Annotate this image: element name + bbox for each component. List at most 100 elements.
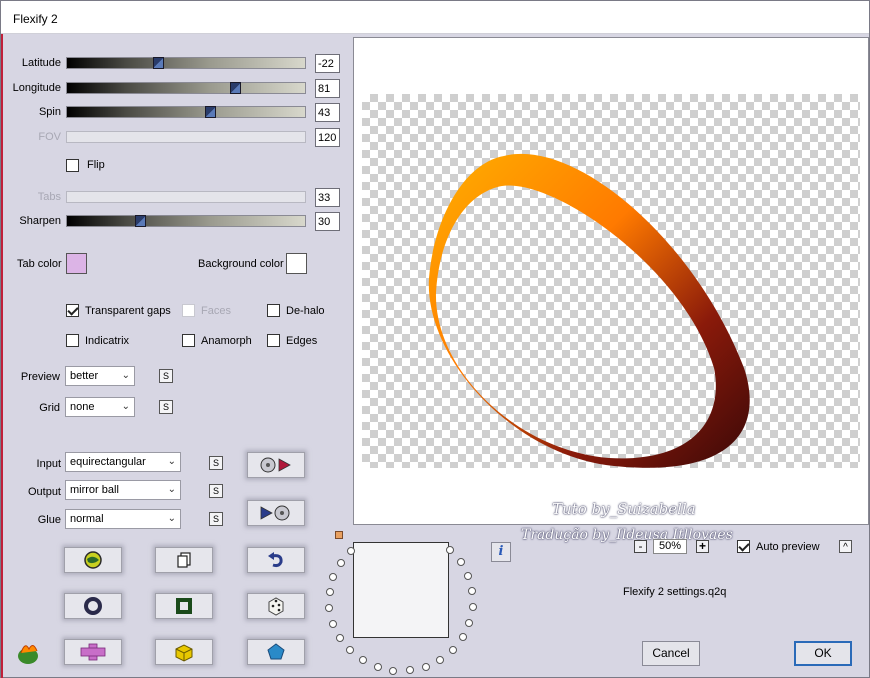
orbit-dot xyxy=(337,559,345,567)
input-load-button[interactable] xyxy=(247,452,305,478)
ring-icon xyxy=(84,597,102,615)
output-save-button[interactable] xyxy=(247,500,305,526)
tab-color-swatch[interactable] xyxy=(66,253,87,274)
chevron-down-icon: ⌄ xyxy=(167,456,176,467)
orbit-dot xyxy=(325,604,333,612)
pentagon-icon xyxy=(267,643,285,660)
zoom-in-button[interactable]: + xyxy=(696,540,709,553)
copy-button[interactable] xyxy=(155,547,213,573)
thumbnail-navigator[interactable] xyxy=(353,542,449,638)
flexify-dialog: Flexify 2 Latitude -22 Longitude 81 Spin… xyxy=(0,0,870,678)
faces-label: Faces xyxy=(201,305,231,317)
flaming-pear-logo-icon xyxy=(15,641,41,668)
window-edge xyxy=(1,1,3,678)
longitude-slider-thumb[interactable] xyxy=(230,82,241,94)
cancel-button[interactable]: Cancel xyxy=(642,641,700,666)
flip-label: Flip xyxy=(87,159,105,171)
background-color-swatch[interactable] xyxy=(286,253,307,274)
ring-preset-button[interactable] xyxy=(64,593,122,619)
longitude-label: Longitude xyxy=(12,82,61,94)
anamorph-label: Anamorph xyxy=(201,335,252,347)
navigator-handle[interactable] xyxy=(335,531,343,539)
random-dice-button[interactable] xyxy=(247,593,305,619)
spin-value[interactable]: 43 xyxy=(315,103,340,122)
input-select-value: equirectangular xyxy=(70,456,146,468)
edges-label: Edges xyxy=(286,335,318,347)
orbit-dot xyxy=(422,663,430,671)
output-select-value: mirror ball xyxy=(70,484,119,496)
orbit-dot xyxy=(459,633,467,641)
preview-label: Preview xyxy=(20,371,60,383)
globe-icon xyxy=(84,551,102,569)
cube-preset-button[interactable] xyxy=(155,639,213,665)
preview-select[interactable]: better ⌄ xyxy=(65,366,135,386)
ok-button[interactable]: OK xyxy=(794,641,852,666)
preview-canvas[interactable]: Tuto by_Suizabella xyxy=(353,37,869,525)
output-select[interactable]: mirror ball ⌄ xyxy=(65,480,181,500)
latitude-slider-thumb[interactable] xyxy=(153,57,164,69)
glue-select[interactable]: normal ⌄ xyxy=(65,509,181,529)
input-s-button[interactable]: S xyxy=(209,456,223,470)
info-icon[interactable]: i xyxy=(491,542,511,562)
glue-s-button[interactable]: S xyxy=(209,512,223,526)
transparent-gaps-checkbox[interactable] xyxy=(66,304,79,317)
longitude-slider[interactable] xyxy=(66,82,306,94)
glue-select-value: normal xyxy=(70,513,104,525)
auto-preview-label: Auto preview xyxy=(756,541,820,553)
orbit-dot xyxy=(464,572,472,580)
undo-button[interactable] xyxy=(247,547,305,573)
zoom-value: 50% xyxy=(653,539,687,554)
flip-checkbox[interactable] xyxy=(66,159,79,172)
orbit-dot xyxy=(465,619,473,627)
faces-checkbox xyxy=(182,304,195,317)
orbit-dot xyxy=(326,588,334,596)
square-frame-icon xyxy=(176,598,192,614)
chevron-down-icon: ⌄ xyxy=(167,484,176,495)
anamorph-checkbox[interactable] xyxy=(182,334,195,347)
collapse-button[interactable]: ^ xyxy=(839,540,852,553)
polyhedron-preset-button[interactable] xyxy=(247,639,305,665)
orbit-dot xyxy=(374,663,382,671)
output-label: Output xyxy=(27,486,61,498)
latitude-slider[interactable] xyxy=(66,57,306,69)
orbit-dot xyxy=(449,646,457,654)
play-disc-icon xyxy=(260,505,290,521)
randomize-globe-button[interactable] xyxy=(64,547,122,573)
glue-label: Glue xyxy=(37,514,61,526)
output-s-button[interactable]: S xyxy=(209,484,223,498)
orbit-dot xyxy=(347,547,355,555)
indicatrix-checkbox[interactable] xyxy=(66,334,79,347)
sharpen-slider[interactable] xyxy=(66,215,306,227)
edges-checkbox[interactable] xyxy=(267,334,280,347)
de-halo-label: De-halo xyxy=(286,305,325,317)
auto-preview-checkbox[interactable] xyxy=(737,540,750,553)
grid-s-button[interactable]: S xyxy=(159,400,173,414)
input-select[interactable]: equirectangular ⌄ xyxy=(65,452,181,472)
preview-s-button[interactable]: S xyxy=(159,369,173,383)
latitude-label: Latitude xyxy=(21,57,61,69)
fov-value: 120 xyxy=(315,128,340,147)
dice-icon xyxy=(268,597,284,616)
orbit-dot xyxy=(446,546,454,554)
zoom-out-button[interactable]: - xyxy=(634,540,647,553)
orbit-dot xyxy=(346,646,354,654)
tabs-value: 33 xyxy=(315,188,340,207)
tab-color-label: Tab color xyxy=(17,258,62,270)
spin-slider-thumb[interactable] xyxy=(205,106,216,118)
orbit-dot xyxy=(468,587,476,595)
orbit-dot xyxy=(406,666,414,674)
cross-preset-button[interactable] xyxy=(64,639,122,665)
sharpen-value[interactable]: 30 xyxy=(315,212,340,231)
sharpen-slider-thumb[interactable] xyxy=(135,215,146,227)
frame-preset-button[interactable] xyxy=(155,593,213,619)
title-bar[interactable]: Flexify 2 xyxy=(1,1,869,34)
orbit-dot xyxy=(457,558,465,566)
de-halo-checkbox[interactable] xyxy=(267,304,280,317)
latitude-value[interactable]: -22 xyxy=(315,54,340,73)
spin-slider[interactable] xyxy=(66,106,306,118)
input-label: Input xyxy=(36,458,61,470)
cross-icon xyxy=(80,643,106,661)
background-color-label: Background color xyxy=(198,258,284,270)
longitude-value[interactable]: 81 xyxy=(315,79,340,98)
grid-select[interactable]: none ⌄ xyxy=(65,397,135,417)
